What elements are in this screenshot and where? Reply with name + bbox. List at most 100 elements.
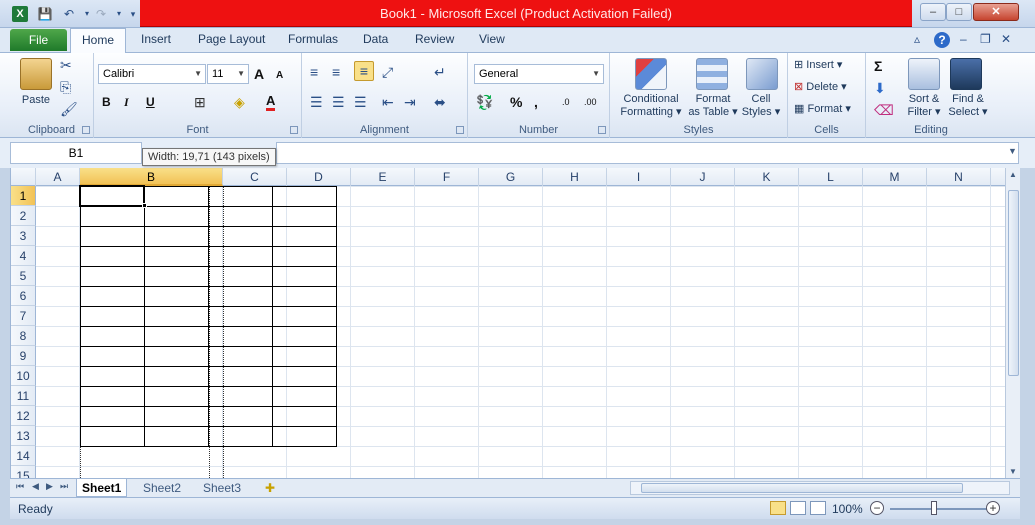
row-header-4[interactable]: 4 xyxy=(11,246,36,266)
cell[interactable] xyxy=(144,246,209,267)
percent-style-button[interactable]: % xyxy=(510,93,522,111)
cell[interactable] xyxy=(144,266,209,287)
insert-sheet-icon[interactable]: ✚ xyxy=(260,479,280,497)
row-header-10[interactable]: 10 xyxy=(11,366,36,386)
cell[interactable] xyxy=(80,326,145,347)
copy-icon[interactable]: ⎘ xyxy=(60,78,71,96)
zoom-slider-thumb[interactable] xyxy=(931,501,937,515)
cell[interactable] xyxy=(80,246,145,267)
align-right-icon[interactable]: ☰ xyxy=(354,93,367,111)
format-as-table-button[interactable]: Format as Table ▾ xyxy=(686,93,740,119)
clear-icon[interactable]: ⌫ xyxy=(874,101,894,119)
scroll-up-icon[interactable]: ▲ xyxy=(1009,170,1017,179)
cell[interactable] xyxy=(208,186,273,207)
workbook-close-icon[interactable]: ✕ xyxy=(1001,32,1011,46)
undo-icon[interactable]: ↶ xyxy=(60,5,78,23)
cell[interactable] xyxy=(208,386,273,407)
cell-styles-icon[interactable] xyxy=(746,58,778,90)
underline-button[interactable]: U xyxy=(146,93,155,111)
cell[interactable] xyxy=(80,266,145,287)
cell[interactable] xyxy=(80,226,145,247)
format-as-table-icon[interactable] xyxy=(696,58,728,90)
fill-color-icon[interactable]: ◈ xyxy=(234,93,245,111)
orientation-icon[interactable]: ⤢ xyxy=(382,63,393,81)
vertical-scrollbar[interactable]: ▲ ▼ xyxy=(1005,168,1020,478)
cell[interactable] xyxy=(144,286,209,307)
cell[interactable] xyxy=(272,406,337,427)
cell[interactable] xyxy=(208,286,273,307)
minimize-ribbon-icon[interactable]: ▵ xyxy=(914,32,920,46)
cell[interactable] xyxy=(208,406,273,427)
format-painter-icon[interactable]: 🖌 xyxy=(60,100,78,118)
zoom-level[interactable]: 100% xyxy=(832,502,863,516)
tab-insert[interactable]: Insert xyxy=(141,32,171,46)
fill-icon[interactable]: ⬇ xyxy=(874,79,886,97)
decrease-indent-icon[interactable]: ⇤ xyxy=(382,93,394,111)
row-header-5[interactable]: 5 xyxy=(11,266,36,286)
cell[interactable] xyxy=(208,306,273,327)
last-sheet-icon[interactable]: ⏭ xyxy=(60,481,68,492)
tab-formulas[interactable]: Formulas xyxy=(288,32,338,46)
excel-app-icon[interactable]: X xyxy=(12,6,28,22)
format-cells-button[interactable]: ▦ Format ▾ xyxy=(794,102,864,115)
cell[interactable] xyxy=(272,366,337,387)
horizontal-scroll-thumb[interactable] xyxy=(641,483,963,493)
cell[interactable] xyxy=(272,306,337,327)
workbook-minimize-icon[interactable]: – xyxy=(960,32,967,46)
align-top-icon[interactable]: ≡ xyxy=(310,63,318,81)
shrink-font-icon[interactable]: A xyxy=(276,67,283,85)
clipboard-launcher-icon[interactable] xyxy=(82,126,90,134)
select-all-corner[interactable] xyxy=(11,168,36,186)
page-break-view-icon[interactable] xyxy=(810,501,826,515)
wrap-text-icon[interactable]: ↵ xyxy=(434,63,446,81)
cell[interactable] xyxy=(80,346,145,367)
decrease-decimal-button[interactable]: .00 xyxy=(584,93,597,111)
row-header-1[interactable]: 1 xyxy=(11,186,36,206)
save-icon[interactable]: 💾 xyxy=(36,5,54,23)
close-button[interactable]: ✕ xyxy=(973,3,1019,21)
cell[interactable] xyxy=(80,306,145,327)
row-header-13[interactable]: 13 xyxy=(11,426,36,446)
column-header-h[interactable]: H xyxy=(543,168,607,186)
cell[interactable] xyxy=(144,306,209,327)
tab-data[interactable]: Data xyxy=(363,32,388,46)
minimize-button[interactable]: – xyxy=(920,3,946,21)
fill-handle[interactable] xyxy=(142,203,147,208)
tab-file[interactable]: File xyxy=(10,29,67,51)
tab-view[interactable]: View xyxy=(479,32,505,46)
borders-icon[interactable]: ⊞ xyxy=(194,93,206,111)
cell[interactable] xyxy=(144,426,209,447)
help-icon[interactable]: ? xyxy=(934,32,950,48)
row-header-15[interactable]: 15 xyxy=(11,466,36,478)
maximize-button[interactable]: □ xyxy=(946,3,972,21)
cell[interactable] xyxy=(208,426,273,447)
align-bottom-icon[interactable]: ≡ xyxy=(354,61,374,81)
sort-filter-button[interactable]: Sort & Filter ▾ xyxy=(902,93,946,119)
cell[interactable] xyxy=(208,246,273,267)
cell[interactable] xyxy=(144,206,209,227)
autosum-icon[interactable]: Σ xyxy=(874,57,882,75)
column-header-g[interactable]: G xyxy=(479,168,543,186)
cell[interactable] xyxy=(80,366,145,387)
expand-formula-bar-icon[interactable]: ▼ xyxy=(1008,146,1017,156)
number-format-dropdown[interactable]: General ▼ xyxy=(474,64,604,84)
formula-input[interactable] xyxy=(276,142,1019,164)
cell-styles-button[interactable]: Cell Styles ▾ xyxy=(738,93,784,119)
column-header-b[interactable]: B xyxy=(80,168,223,186)
zoom-in-button[interactable]: + xyxy=(986,501,1000,515)
column-header-l[interactable]: L xyxy=(799,168,863,186)
comma-style-button[interactable]: , xyxy=(534,93,538,111)
tab-page-layout[interactable]: Page Layout xyxy=(198,32,265,46)
row-header-9[interactable]: 9 xyxy=(11,346,36,366)
cell[interactable] xyxy=(272,326,337,347)
find-select-icon[interactable] xyxy=(950,58,982,90)
conditional-formatting-icon[interactable] xyxy=(635,58,667,90)
cell[interactable] xyxy=(272,286,337,307)
increase-decimal-button[interactable]: .0 xyxy=(562,93,570,111)
zoom-out-button[interactable]: − xyxy=(870,501,884,515)
cell[interactable] xyxy=(80,286,145,307)
font-name-dropdown[interactable]: Calibri ▼ xyxy=(98,64,206,84)
cell[interactable] xyxy=(208,206,273,227)
merge-center-icon[interactable]: ⬌ xyxy=(434,93,446,111)
sort-filter-icon[interactable] xyxy=(908,58,940,90)
